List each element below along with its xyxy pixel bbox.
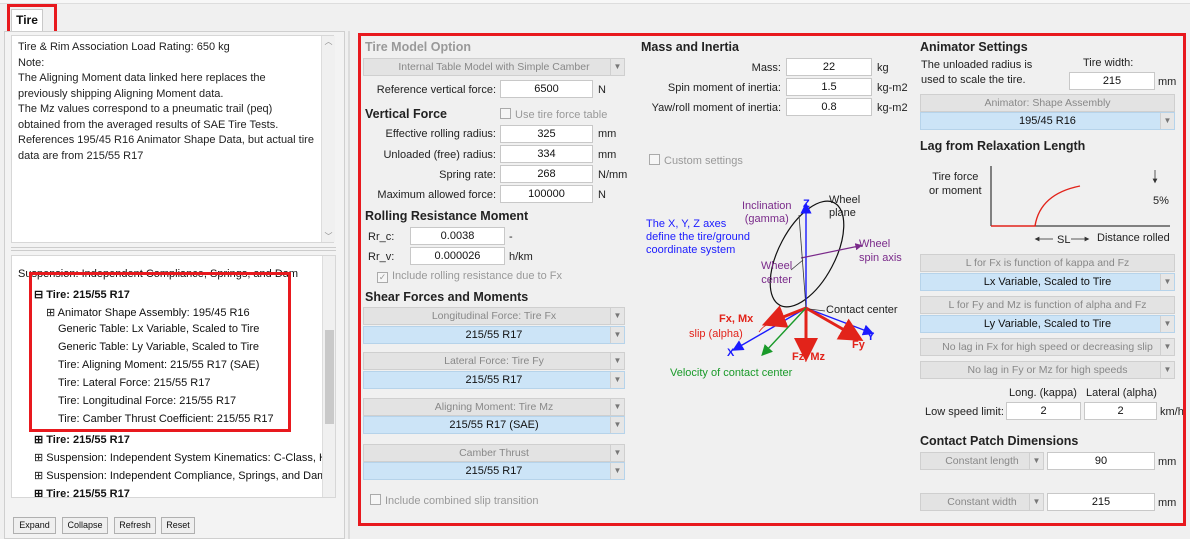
tree-scroll-thumb[interactable] [325, 330, 334, 424]
notes-panel: Tire & Rim Association Load Rating: 650 … [11, 35, 334, 243]
notes-line: The Aligning Moment data linked here rep… [18, 72, 266, 84]
scroll-down-icon[interactable]: ﹀ [322, 231, 335, 242]
notes-line: References 195/45 R16 Animator Shape Dat… [18, 134, 314, 146]
notes-line: Note: [18, 56, 45, 69]
scroll-up-icon[interactable]: ︿ [322, 36, 335, 47]
expand-button[interactable]: Expand [13, 517, 56, 534]
top-menu-strip [0, 0, 1190, 4]
notes-line: The Mz values correspond to a pneumatic … [18, 103, 273, 115]
tree-scrollbar[interactable] [322, 256, 335, 497]
notes-line: obtained from the averaged results of SA… [18, 118, 279, 131]
tree-item[interactable]: ⊞ Suspension: Independent System Kinemat… [34, 451, 327, 464]
splitter[interactable] [11, 247, 336, 251]
pane-divider[interactable] [348, 31, 350, 539]
tree-item[interactable]: ⊞ Tire: 215/55 R17 [34, 487, 130, 497]
tree-item[interactable]: ⊞ Suspension: Independent Compliance, Sp… [34, 469, 326, 482]
refresh-button[interactable]: Refresh [114, 517, 156, 534]
reset-button[interactable]: Reset [161, 517, 195, 534]
notes-scrollbar[interactable]: ︿ ﹀ [321, 36, 335, 242]
main-highlight [358, 33, 1186, 526]
tree-item[interactable]: ⊞ Tire: 215/55 R17 [34, 433, 130, 446]
tree-highlight [29, 272, 291, 432]
notes-line: Tire & Rim Association Load Rating: 650 … [18, 41, 230, 53]
notes-line: previously shipping Aligning Moment data… [18, 87, 224, 100]
collapse-button[interactable]: Collapse [62, 517, 108, 534]
notes-line: data are from 215/55 R17 [18, 149, 144, 162]
